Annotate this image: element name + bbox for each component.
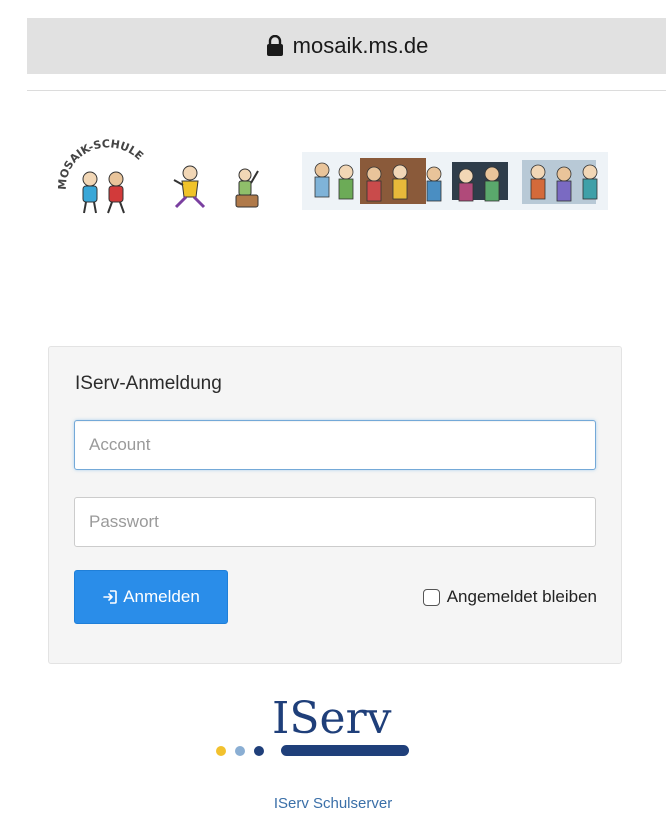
logo-dot-navy bbox=[254, 746, 264, 756]
footer-link[interactable]: IServ Schulserver bbox=[0, 795, 666, 812]
login-panel: IServ-Anmeldung Anmelden Angemeldet blei… bbox=[48, 346, 622, 664]
password-input[interactable] bbox=[74, 497, 596, 547]
lock-icon bbox=[266, 35, 283, 56]
logo-dot-lightblue bbox=[235, 746, 245, 756]
school-banner: MOSAIK-SCHULE bbox=[56, 135, 608, 225]
address-bar[interactable]: mosaik.ms.de bbox=[27, 18, 666, 74]
iserv-logo-text: IServ bbox=[272, 693, 392, 744]
remember-me[interactable]: Angemeldet bleiben bbox=[422, 587, 597, 607]
svg-text:MOSAIK-SCHULE: MOSAIK-SCHULE bbox=[58, 137, 146, 190]
school-mural-illustration bbox=[302, 152, 608, 210]
iserv-logo: IServ bbox=[212, 694, 412, 766]
page: mosaik.ms.de MOSAIK-SCHULE bbox=[0, 0, 666, 823]
logo-dot-yellow bbox=[216, 746, 226, 756]
school-logo-text: MOSAIK-SCHULE bbox=[56, 137, 146, 190]
logo-bar bbox=[281, 745, 409, 756]
remember-label: Angemeldet bleiben bbox=[446, 587, 597, 606]
school-logo-illustration: MOSAIK-SCHULE bbox=[56, 137, 259, 214]
remember-checkbox[interactable] bbox=[422, 588, 440, 606]
login-title: IServ-Anmeldung bbox=[75, 373, 222, 394]
login-button-label: Anmelden bbox=[123, 587, 200, 606]
divider bbox=[27, 90, 666, 91]
sign-in-icon bbox=[103, 590, 118, 604]
login-button[interactable]: Anmelden bbox=[74, 570, 228, 624]
account-input[interactable] bbox=[74, 420, 596, 470]
url-text: mosaik.ms.de bbox=[292, 33, 429, 58]
